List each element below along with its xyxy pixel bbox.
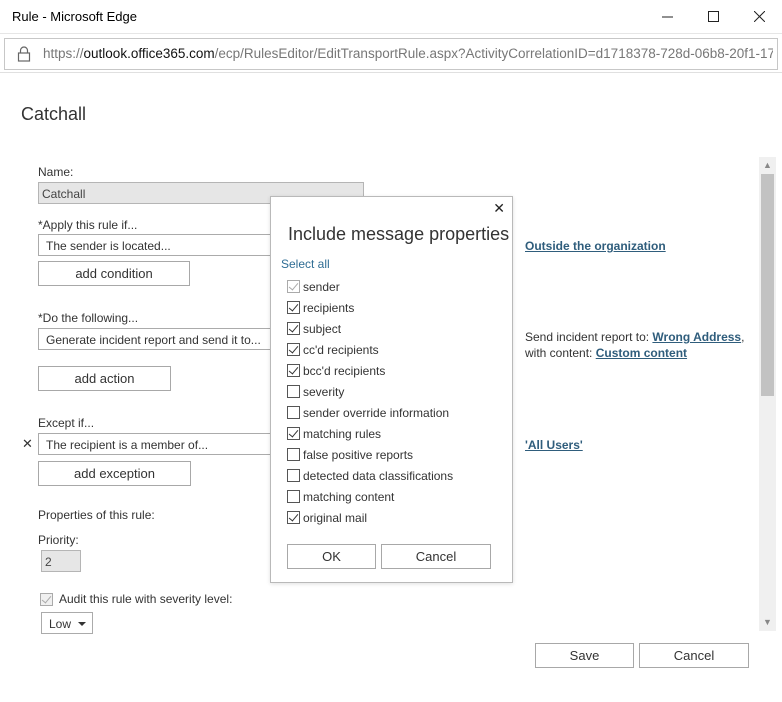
option-checkbox[interactable]: [287, 343, 300, 356]
option-checkbox[interactable]: [287, 280, 300, 293]
option-checkbox[interactable]: [287, 301, 300, 314]
option-checkbox[interactable]: [287, 385, 300, 398]
property-option[interactable]: bcc'd recipients: [287, 360, 453, 381]
exception-field[interactable]: The recipient is a member of...: [38, 433, 278, 455]
chevron-down-icon: [78, 622, 86, 626]
content-prefix: with content:: [525, 346, 596, 360]
scrollbar-thumb[interactable]: [761, 174, 774, 396]
option-label: matching content: [303, 489, 395, 504]
wrong-address-link[interactable]: Wrong Address: [652, 330, 741, 344]
close-icon[interactable]: [736, 0, 782, 32]
option-label: bcc'd recipients: [303, 363, 386, 378]
option-checkbox[interactable]: [287, 322, 300, 335]
property-options-list: sender recipients subject cc'd recipients bc…: [287, 276, 453, 528]
option-checkbox[interactable]: [287, 511, 300, 524]
option-label: detected data classifications: [303, 468, 454, 483]
vertical-scrollbar[interactable]: ▲ ▼: [759, 157, 776, 631]
minimize-icon[interactable]: [644, 0, 690, 32]
do-following-label: *Do the following...: [38, 311, 139, 325]
scroll-up-icon[interactable]: ▲: [759, 157, 776, 174]
include-properties-dialog: ✕ Include message properties Select all …: [270, 196, 513, 583]
audit-row: Audit this rule with severity level:: [40, 592, 232, 606]
option-label: sender override information: [303, 405, 450, 420]
send-report-text: Send incident report to: Wrong Address,: [525, 330, 744, 344]
window-titlebar: Rule - Microsoft Edge: [0, 0, 782, 34]
property-option[interactable]: matching content: [287, 486, 453, 507]
add-action-button[interactable]: add action: [38, 366, 171, 391]
audit-label: Audit this rule with severity level:: [59, 592, 233, 606]
ok-button[interactable]: OK: [287, 544, 376, 569]
property-option[interactable]: severity: [287, 381, 453, 402]
property-option[interactable]: false positive reports: [287, 444, 453, 465]
audit-checkbox[interactable]: [40, 592, 53, 606]
url-host: outlook.office365.com: [83, 46, 215, 61]
custom-content-link[interactable]: Custom content: [596, 346, 687, 360]
lock-icon: [17, 46, 31, 62]
page-title: Catchall: [21, 104, 87, 124]
maximize-icon[interactable]: [690, 0, 736, 32]
dialog-close-icon[interactable]: ✕: [493, 200, 505, 217]
severity-value: Low: [49, 617, 72, 631]
priority-label: Priority:: [38, 533, 79, 547]
property-option[interactable]: sender: [287, 276, 453, 297]
property-option[interactable]: sender override information: [287, 402, 453, 423]
except-if-label: Except if...: [38, 416, 95, 430]
option-checkbox[interactable]: [287, 469, 300, 482]
add-exception-button[interactable]: add exception: [38, 461, 191, 486]
outside-organization-link[interactable]: Outside the organization: [525, 239, 666, 253]
select-all-link[interactable]: Select all: [281, 257, 330, 271]
option-label: sender: [303, 279, 340, 294]
option-checkbox[interactable]: [287, 490, 300, 503]
option-checkbox[interactable]: [287, 448, 300, 461]
url-path: /ecp/RulesEditor/EditTransportRule.aspx?…: [214, 46, 773, 61]
save-button[interactable]: Save: [535, 643, 634, 668]
all-users-link[interactable]: 'All Users': [525, 438, 583, 452]
condition-field[interactable]: The sender is located...: [38, 234, 278, 256]
action-field[interactable]: Generate incident report and send it to.…: [38, 328, 278, 350]
name-label: Name:: [38, 165, 74, 179]
address-bar[interactable]: https://outlook.office365.com/ecp/RulesE…: [4, 38, 778, 70]
send-report-prefix: Send incident report to:: [525, 330, 653, 344]
send-report-suffix: ,: [741, 330, 745, 344]
properties-label: Properties of this rule:: [38, 508, 155, 522]
property-option[interactable]: original mail: [287, 507, 453, 528]
dialog-title: Include message properties: [288, 224, 510, 244]
option-checkbox[interactable]: [287, 427, 300, 440]
option-label: subject: [303, 321, 342, 336]
url-text: https://outlook.office365.com/ecp/RulesE…: [43, 46, 773, 61]
scroll-down-icon[interactable]: ▼: [759, 614, 776, 631]
property-option[interactable]: matching rules: [287, 423, 453, 444]
property-option[interactable]: detected data classifications: [287, 465, 453, 486]
dialog-cancel-button[interactable]: Cancel: [381, 544, 491, 569]
cancel-button[interactable]: Cancel: [639, 643, 749, 668]
add-condition-button[interactable]: add condition: [38, 261, 190, 286]
content-text: with content: Custom content: [525, 346, 687, 360]
apply-rule-label: *Apply this rule if...: [38, 218, 138, 232]
url-prefix: https://: [43, 46, 84, 61]
property-option[interactable]: cc'd recipients: [287, 339, 453, 360]
option-label: original mail: [303, 510, 368, 525]
remove-exception-icon[interactable]: ✕: [22, 436, 33, 452]
option-label: cc'd recipients: [303, 342, 379, 357]
option-label: recipients: [303, 300, 355, 315]
option-label: matching rules: [303, 426, 382, 441]
property-option[interactable]: recipients: [287, 297, 453, 318]
option-label: false positive reports: [303, 447, 414, 462]
window-title: Rule - Microsoft Edge: [12, 9, 137, 24]
property-option[interactable]: subject: [287, 318, 453, 339]
priority-field[interactable]: 2: [41, 550, 81, 572]
option-checkbox[interactable]: [287, 406, 300, 419]
option-label: severity: [303, 384, 345, 399]
option-checkbox[interactable]: [287, 364, 300, 377]
severity-select[interactable]: Low: [41, 612, 93, 634]
